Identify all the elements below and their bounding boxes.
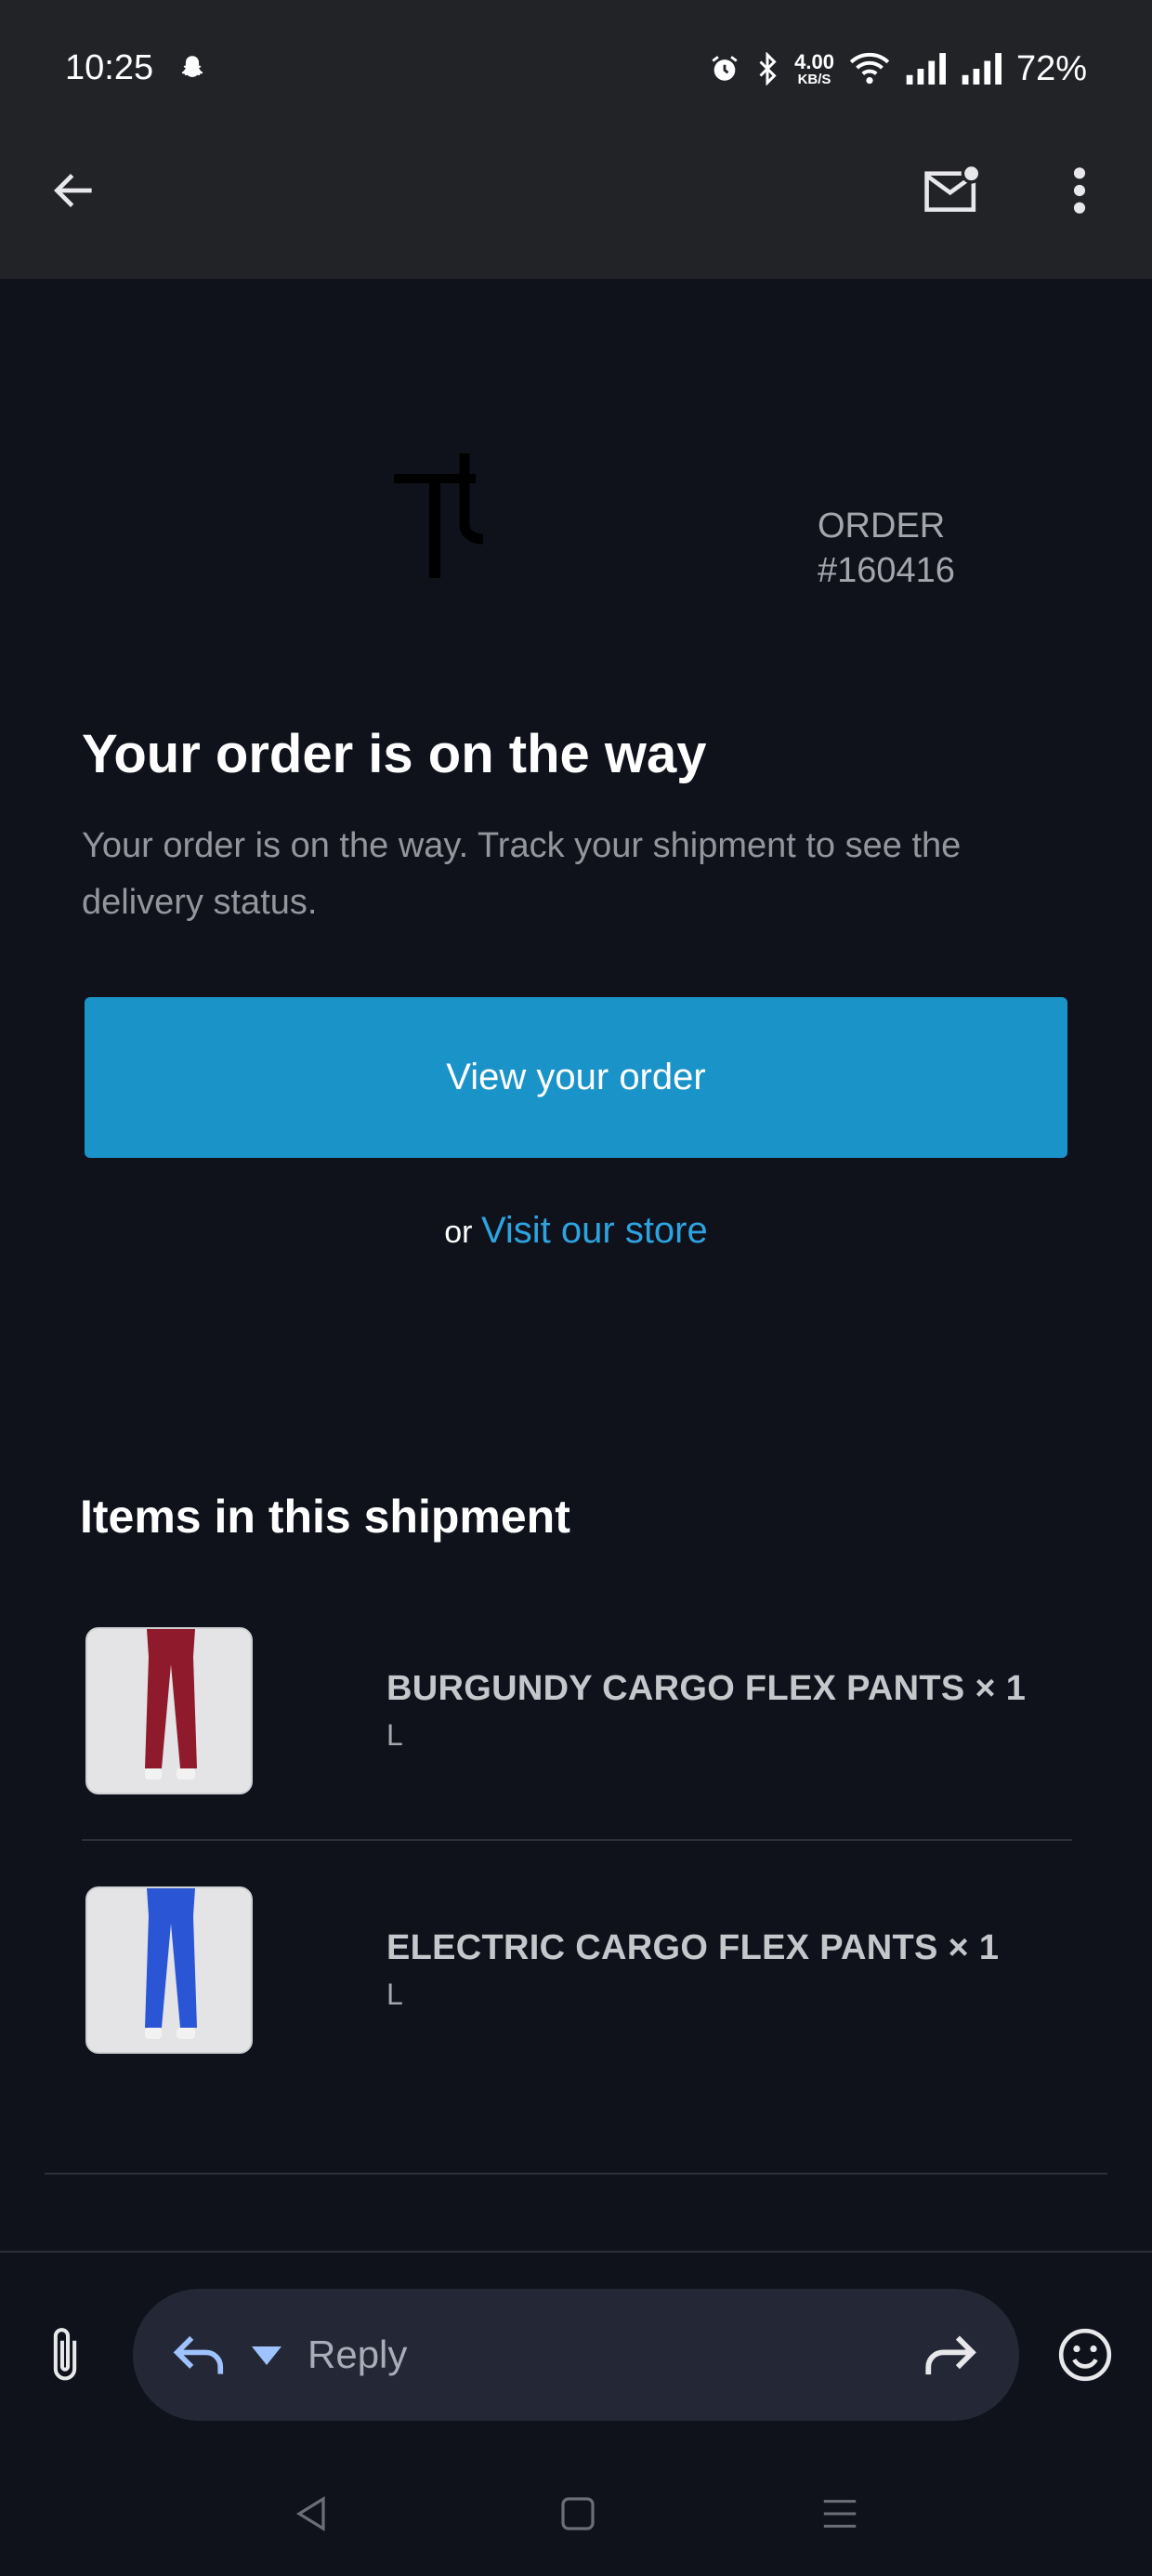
item-variant: L [386, 1718, 403, 1752]
divider [45, 2173, 1107, 2175]
mark-unread-button[interactable] [915, 153, 989, 228]
back-arrow-icon [54, 174, 92, 207]
emoji-icon [1058, 2328, 1112, 2382]
alarm-icon [712, 56, 738, 81]
nav-recents-button[interactable] [803, 2481, 877, 2546]
or-text: or [444, 1215, 473, 1250]
bluetooth-icon [759, 52, 777, 85]
nav-home-icon [561, 2497, 595, 2530]
items-heading: Items in this shipment [80, 1491, 570, 1543]
attach-button[interactable] [28, 2316, 102, 2394]
network-speed: 4.00 KB/S [794, 49, 834, 87]
store-logo [394, 453, 484, 578]
chevron-down-icon[interactable] [252, 2346, 281, 2365]
wifi-icon [849, 52, 890, 85]
order-label: ORDER [818, 506, 946, 545]
pants-image [87, 1888, 251, 2052]
divider [0, 2251, 1152, 2253]
product-image [85, 1886, 253, 2054]
nav-home-button[interactable] [541, 2481, 615, 2546]
more-options-button[interactable] [1042, 153, 1117, 228]
status-time: 10:25 [65, 48, 154, 87]
order-number: ORDER #160416 [818, 504, 955, 593]
product-image [85, 1627, 253, 1794]
nav-back-button[interactable] [275, 2481, 349, 2546]
email-headline: Your order is on the way [82, 724, 707, 784]
email-body-text: Your order is on the way. Track your shi… [82, 826, 962, 922]
item-name: ELECTRIC CARGO FLEX PANTS × 1 [386, 1928, 1000, 1967]
store-link-line: or Visit our store [0, 1210, 1152, 1252]
network-speed-value: 4.00 [794, 49, 834, 73]
battery-level: 72% [1015, 48, 1087, 88]
network-speed-unit: KB/S [797, 71, 831, 87]
item-variant: L [386, 1978, 403, 2011]
more-vert-icon [1073, 167, 1086, 214]
view-order-button[interactable]: View your order [85, 997, 1067, 1158]
nav-recents-icon [823, 2500, 857, 2528]
reply-bar [133, 2289, 1019, 2421]
divider [82, 1839, 1072, 1841]
nav-back-icon [295, 2496, 325, 2531]
pants-image [87, 1629, 251, 1793]
signal-icon [962, 53, 1001, 85]
reply-input[interactable] [308, 2322, 828, 2387]
emoji-button[interactable] [1048, 2316, 1122, 2394]
status-bar: 10:25 4.00 KB/S 72% [0, 0, 1152, 139]
signal-icon [906, 53, 946, 85]
mark-unread-icon [924, 164, 982, 212]
list-item: BURGUNDY CARGO FLEX PANTS × 1 L [85, 1626, 1070, 1795]
status-indicators: 4.00 KB/S 72% [709, 45, 1087, 93]
attach-icon [53, 2328, 77, 2381]
reply-icon[interactable] [170, 2328, 228, 2382]
visit-store-link[interactable]: Visit our store [481, 1210, 708, 1251]
list-item: ELECTRIC CARGO FLEX PANTS × 1 L [85, 1886, 1070, 2055]
back-button[interactable] [37, 153, 111, 228]
snapchat-ghost-icon [181, 56, 203, 77]
order-number-value: #160416 [818, 551, 955, 590]
item-name: BURGUNDY CARGO FLEX PANTS × 1 [386, 1669, 1027, 1708]
forward-icon[interactable] [921, 2328, 980, 2382]
